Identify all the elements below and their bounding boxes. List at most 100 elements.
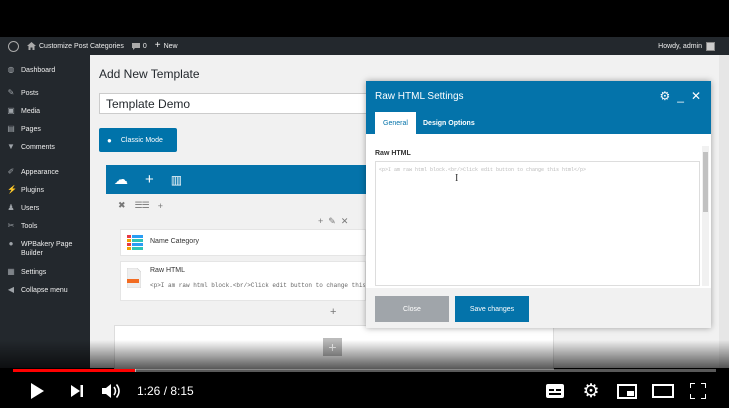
modal-header-controls: ⚙ _ ✕	[659, 89, 701, 103]
time-display: 1:26 / 8:15	[137, 384, 194, 398]
theater-mode-button[interactable]	[651, 380, 675, 402]
sidebar-item-label: Pages	[21, 126, 41, 133]
next-icon	[71, 385, 83, 397]
layout-icon[interactable]: ☰☰	[135, 200, 150, 211]
next-button[interactable]	[66, 380, 88, 402]
delete-icon[interactable]: ✕	[341, 216, 349, 227]
collapse-icon: ◀	[7, 285, 15, 294]
volume-button[interactable]	[100, 380, 124, 402]
templates-icon[interactable]: ▥	[171, 173, 182, 187]
sidebar-item-appearance[interactable]: ✐ Appearance	[7, 168, 89, 177]
sidebar-item-posts[interactable]: ✎ Posts	[7, 89, 89, 98]
sidebar-item-comments[interactable]: ▼ Comments	[7, 143, 89, 152]
play-button[interactable]	[26, 380, 48, 402]
close-button[interactable]: Close	[375, 296, 449, 322]
howdy-label: Howdy, admin	[658, 42, 702, 50]
add-icon[interactable]: +	[318, 216, 323, 227]
comments-link[interactable]: 0	[131, 42, 147, 50]
theater-icon	[652, 384, 674, 398]
edit-icon[interactable]: ✎	[328, 216, 336, 227]
title-input[interactable]: Template Demo	[99, 93, 399, 114]
comment-icon	[131, 42, 140, 50]
sidebar-item-label: Settings	[21, 269, 47, 276]
drag-handle-icon[interactable]: ✖	[118, 200, 126, 211]
sidebar-item-settings[interactable]: ▦ Settings	[7, 268, 89, 277]
element-label: Raw HTML	[150, 267, 186, 274]
wpbakery-logo-icon[interactable]: ☁	[114, 171, 128, 188]
site-name-label: Customize Post Categories	[39, 42, 124, 50]
element-preview: <p>I am raw html block.<br/>Click edit b…	[150, 282, 365, 289]
tab-design-options[interactable]: Design Options	[423, 112, 475, 134]
add-column-icon[interactable]: +	[158, 201, 163, 211]
sidebar-item-pages[interactable]: ▤ Pages	[7, 125, 89, 134]
raw-html-icon	[127, 268, 141, 288]
sidebar-item-label: Appearance	[21, 169, 59, 176]
minimize-icon[interactable]: _	[677, 89, 684, 103]
home-icon	[27, 42, 36, 50]
brush-icon: ✐	[7, 167, 15, 176]
sidebar-item-label: Tools	[21, 223, 38, 230]
sidebar-item-tools[interactable]: ✂ Tools	[7, 222, 89, 231]
gear-icon[interactable]: ⚙	[659, 89, 670, 103]
sidebar-item-label: Dashboard	[21, 67, 56, 74]
media-icon: ▣	[7, 106, 15, 115]
raw-html-textarea[interactable]: <p>I am raw html block.<br/>Click edit b…	[375, 161, 700, 286]
volume-icon	[102, 384, 120, 398]
modal-title: Raw HTML Settings	[375, 91, 464, 102]
pages-icon: ▤	[7, 124, 15, 133]
fullscreen-button[interactable]	[688, 380, 708, 402]
column-controls: + ✎ ✕	[318, 216, 348, 227]
element-label: Name Category	[150, 238, 200, 245]
raw-html-label: Raw HTML	[375, 150, 411, 157]
sidebar-item-dashboard[interactable]: ◍ Dashboard	[7, 66, 89, 75]
modal-header: Raw HTML Settings ⚙ _ ✕ General Design O…	[366, 81, 711, 134]
progress-played	[13, 369, 136, 372]
wpbakery-icon: ●	[107, 135, 112, 145]
miniplayer-icon	[617, 383, 637, 399]
add-element-icon[interactable]: +	[145, 171, 154, 188]
admin-bar: Customize Post Categories 0 + New Howdy,…	[0, 37, 729, 55]
admin-sidebar: ◍ Dashboard ✎ Posts ▣ Media ▤ Pages ▼ Comment…	[0, 55, 90, 368]
wp-logo-icon[interactable]	[8, 40, 19, 52]
wrench-icon: ✂	[7, 221, 15, 230]
add-element-in-column-icon[interactable]: +	[330, 306, 336, 318]
tab-general[interactable]: General	[375, 112, 416, 134]
modal-scrollbar[interactable]	[702, 146, 709, 286]
text-cursor-icon: I	[455, 173, 459, 184]
classic-mode-button[interactable]: ● Classic Mode	[99, 128, 177, 152]
save-changes-button[interactable]: Save changes	[455, 296, 529, 322]
sidebar-item-media[interactable]: ▣ Media	[7, 107, 89, 116]
progress-bar[interactable]	[13, 369, 716, 372]
page-title: Add New Template	[99, 67, 200, 81]
row-controls: ✖ ☰☰ +	[118, 200, 163, 211]
sidebar-item-label: Users	[21, 205, 40, 212]
sidebar-item-wpbakery[interactable]: ● WPBakery Page Builder	[7, 240, 89, 258]
element-name-category[interactable]: Name Category	[120, 229, 366, 256]
player-controls: 1:26 / 8:15 ⚙	[0, 376, 729, 408]
settings-button[interactable]: ⚙	[580, 380, 602, 402]
sidebar-item-label: Comments	[21, 144, 55, 151]
sidebar-item-collapse[interactable]: ◀ Collapse menu	[7, 286, 89, 295]
sidebar-item-plugins[interactable]: ⚡ Plugins	[7, 186, 89, 195]
site-name-link[interactable]: Customize Post Categories	[27, 42, 124, 50]
sidebar-item-label: Posts	[21, 90, 39, 97]
sidebar-item-label: Collapse menu	[21, 287, 68, 294]
close-icon[interactable]: ✕	[691, 89, 701, 103]
sidebar-item-users[interactable]: ♟ Users	[7, 204, 89, 213]
dashboard-icon: ◍	[7, 65, 15, 74]
video-frame[interactable]: Customize Post Categories 0 + New Howdy,…	[0, 0, 729, 408]
list-element-icon	[127, 235, 143, 250]
play-icon	[31, 383, 44, 399]
page-scrollbar[interactable]	[719, 55, 729, 368]
settings-icon: ▦	[7, 267, 15, 276]
gear-icon: ⚙	[582, 380, 600, 402]
new-content-link[interactable]: + New	[155, 41, 178, 51]
fullscreen-icon	[690, 383, 706, 399]
users-icon: ♟	[7, 203, 15, 212]
my-account-link[interactable]: Howdy, admin	[658, 37, 715, 55]
miniplayer-button[interactable]	[616, 380, 638, 402]
comment-icon: ▼	[7, 142, 15, 151]
captions-button[interactable]	[545, 380, 565, 402]
sidebar-item-label: Media	[21, 108, 41, 115]
element-raw-html[interactable]: Raw HTML <p>I am raw html block.<br/>Cli…	[120, 261, 366, 301]
